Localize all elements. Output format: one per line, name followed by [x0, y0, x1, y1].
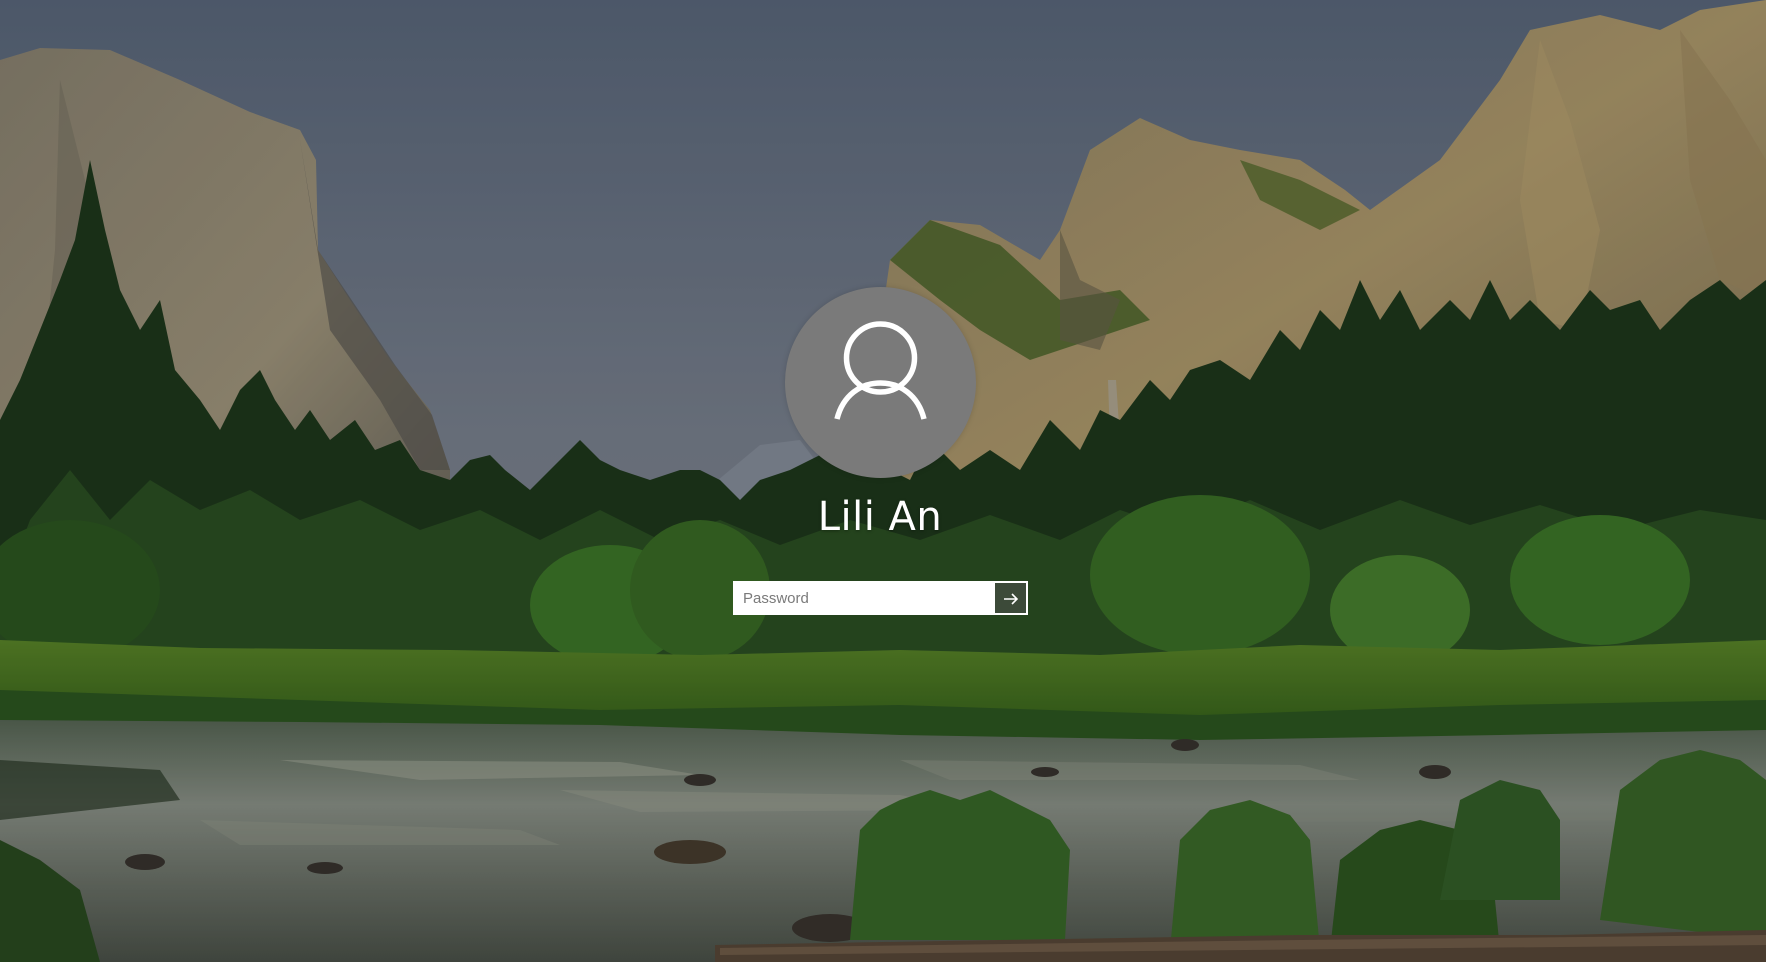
password-row	[733, 581, 1028, 615]
user-name: Lili An	[817, 494, 943, 540]
user-avatar	[785, 287, 976, 478]
arrow-right-icon	[1004, 593, 1019, 605]
password-input[interactable]	[733, 581, 995, 615]
person-icon	[834, 321, 927, 420]
submit-button[interactable]	[995, 581, 1028, 615]
login-panel: Lili An	[0, 0, 1766, 962]
lock-screen: Lili An	[0, 0, 1766, 962]
